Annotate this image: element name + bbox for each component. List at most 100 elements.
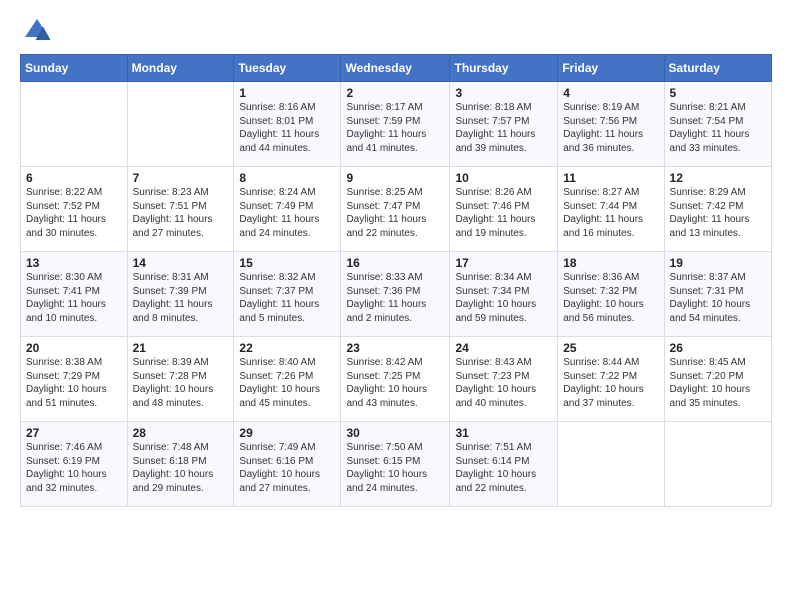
calendar-cell: 29Sunrise: 7:49 AM Sunset: 6:16 PM Dayli… <box>234 422 341 507</box>
day-number: 28 <box>133 426 229 440</box>
cell-content: Sunrise: 8:34 AM Sunset: 7:34 PM Dayligh… <box>455 272 536 324</box>
calendar-cell <box>558 422 664 507</box>
day-number: 1 <box>239 86 335 100</box>
cell-content: Sunrise: 8:37 AM Sunset: 7:31 PM Dayligh… <box>670 272 751 324</box>
day-number: 31 <box>455 426 552 440</box>
calendar-cell: 16 Sunrise: 8:33 AM Sunset: 7:36 PM Dayli… <box>341 252 450 337</box>
cell-content: Sunrise: 8:17 AM Sunset: 7:59 PM Dayligh… <box>346 102 426 154</box>
day-number: 12 <box>670 171 766 185</box>
day-number: 26 <box>670 341 766 355</box>
cell-content: Sunrise: 8:19 AM Sunset: 7:56 PM Dayligh… <box>563 102 643 154</box>
weekday-header-row: SundayMondayTuesdayWednesdayThursdayFrid… <box>21 55 772 82</box>
calendar-cell: 17 Sunrise: 8:34 AM Sunset: 7:34 PM Dayli… <box>450 252 558 337</box>
cell-content: Sunrise: 8:16 AM Sunset: 8:01 PM Dayligh… <box>239 102 319 154</box>
calendar-cell: 20Sunrise: 8:38 AM Sunset: 7:29 PM Dayli… <box>21 337 128 422</box>
calendar-cell: 24 Sunrise: 8:43 AM Sunset: 7:23 PM Dayli… <box>450 337 558 422</box>
day-number: 30 <box>346 426 444 440</box>
cell-content: Sunrise: 8:29 AM Sunset: 7:42 PM Dayligh… <box>670 187 750 239</box>
calendar-week-5: 27Sunrise: 7:46 AM Sunset: 6:19 PM Dayli… <box>21 422 772 507</box>
weekday-thursday: Thursday <box>450 55 558 82</box>
day-number: 8 <box>239 171 335 185</box>
weekday-wednesday: Wednesday <box>341 55 450 82</box>
day-number: 10 <box>455 171 552 185</box>
cell-content: Sunrise: 8:36 AM Sunset: 7:32 PM Dayligh… <box>563 272 644 324</box>
calendar-week-1: 1 Sunrise: 8:16 AM Sunset: 8:01 PM Daylig… <box>21 82 772 167</box>
calendar-cell <box>664 422 771 507</box>
calendar-cell: 25 Sunrise: 8:44 AM Sunset: 7:22 PM Dayli… <box>558 337 664 422</box>
page: SundayMondayTuesdayWednesdayThursdayFrid… <box>0 0 792 612</box>
cell-content: Sunrise: 8:31 AM Sunset: 7:39 PM Dayligh… <box>133 272 213 324</box>
cell-content: Sunrise: 8:45 AM Sunset: 7:20 PM Dayligh… <box>670 357 751 409</box>
weekday-sunday: Sunday <box>21 55 128 82</box>
weekday-monday: Monday <box>127 55 234 82</box>
calendar-cell: 5Sunrise: 8:21 AM Sunset: 7:54 PM Daylig… <box>664 82 771 167</box>
calendar-week-4: 20Sunrise: 8:38 AM Sunset: 7:29 PM Dayli… <box>21 337 772 422</box>
cell-content: Sunrise: 7:46 AM Sunset: 6:19 PM Dayligh… <box>26 442 107 494</box>
day-number: 16 <box>346 256 444 270</box>
calendar-cell: 9 Sunrise: 8:25 AM Sunset: 7:47 PM Daylig… <box>341 167 450 252</box>
day-number: 25 <box>563 341 658 355</box>
cell-content: Sunrise: 8:23 AM Sunset: 7:51 PM Dayligh… <box>133 187 213 239</box>
weekday-tuesday: Tuesday <box>234 55 341 82</box>
cell-content: Sunrise: 7:51 AM Sunset: 6:14 PM Dayligh… <box>455 442 536 494</box>
calendar-cell: 13 Sunrise: 8:30 AM Sunset: 7:41 PM Dayli… <box>21 252 128 337</box>
cell-content: Sunrise: 8:42 AM Sunset: 7:25 PM Dayligh… <box>346 357 427 409</box>
calendar-cell: 14 Sunrise: 8:31 AM Sunset: 7:39 PM Dayli… <box>127 252 234 337</box>
calendar-cell <box>21 82 128 167</box>
logo-icon <box>22 16 52 46</box>
calendar-cell: 3 Sunrise: 8:18 AM Sunset: 7:57 PM Daylig… <box>450 82 558 167</box>
cell-content: Sunrise: 8:43 AM Sunset: 7:23 PM Dayligh… <box>455 357 536 409</box>
calendar-cell: 2 Sunrise: 8:17 AM Sunset: 7:59 PM Daylig… <box>341 82 450 167</box>
day-number: 15 <box>239 256 335 270</box>
calendar-cell: 11 Sunrise: 8:27 AM Sunset: 7:44 PM Dayli… <box>558 167 664 252</box>
logo <box>20 16 54 46</box>
calendar-cell: 21Sunrise: 8:39 AM Sunset: 7:28 PM Dayli… <box>127 337 234 422</box>
calendar-cell <box>127 82 234 167</box>
cell-content: Sunrise: 8:27 AM Sunset: 7:44 PM Dayligh… <box>563 187 643 239</box>
day-number: 22 <box>239 341 335 355</box>
cell-content: Sunrise: 8:26 AM Sunset: 7:46 PM Dayligh… <box>455 187 535 239</box>
day-number: 7 <box>133 171 229 185</box>
day-number: 14 <box>133 256 229 270</box>
calendar-cell: 26 Sunrise: 8:45 AM Sunset: 7:20 PM Dayli… <box>664 337 771 422</box>
calendar-cell: 4 Sunrise: 8:19 AM Sunset: 7:56 PM Daylig… <box>558 82 664 167</box>
cell-content: Sunrise: 8:21 AM Sunset: 7:54 PM Dayligh… <box>670 102 750 154</box>
cell-content: Sunrise: 8:22 AM Sunset: 7:52 PM Dayligh… <box>26 187 106 239</box>
cell-content: Sunrise: 8:40 AM Sunset: 7:26 PM Dayligh… <box>239 357 320 409</box>
cell-content: Sunrise: 8:25 AM Sunset: 7:47 PM Dayligh… <box>346 187 426 239</box>
calendar-cell: 15 Sunrise: 8:32 AM Sunset: 7:37 PM Dayli… <box>234 252 341 337</box>
day-number: 24 <box>455 341 552 355</box>
calendar-cell: 19Sunrise: 8:37 AM Sunset: 7:31 PM Dayli… <box>664 252 771 337</box>
weekday-saturday: Saturday <box>664 55 771 82</box>
day-number: 11 <box>563 171 658 185</box>
cell-content: Sunrise: 7:50 AM Sunset: 6:15 PM Dayligh… <box>346 442 427 494</box>
calendar-cell: 8 Sunrise: 8:24 AM Sunset: 7:49 PM Daylig… <box>234 167 341 252</box>
calendar-cell: 28 Sunrise: 7:48 AM Sunset: 6:18 PM Dayli… <box>127 422 234 507</box>
calendar-cell: 23Sunrise: 8:42 AM Sunset: 7:25 PM Dayli… <box>341 337 450 422</box>
cell-content: Sunrise: 8:32 AM Sunset: 7:37 PM Dayligh… <box>239 272 319 324</box>
day-number: 6 <box>26 171 122 185</box>
calendar-cell: 30 Sunrise: 7:50 AM Sunset: 6:15 PM Dayli… <box>341 422 450 507</box>
cell-content: Sunrise: 8:18 AM Sunset: 7:57 PM Dayligh… <box>455 102 535 154</box>
calendar-cell: 31 Sunrise: 7:51 AM Sunset: 6:14 PM Dayli… <box>450 422 558 507</box>
calendar-cell: 6 Sunrise: 8:22 AM Sunset: 7:52 PM Daylig… <box>21 167 128 252</box>
calendar-week-3: 13 Sunrise: 8:30 AM Sunset: 7:41 PM Dayli… <box>21 252 772 337</box>
day-number: 2 <box>346 86 444 100</box>
calendar-cell: 1 Sunrise: 8:16 AM Sunset: 8:01 PM Daylig… <box>234 82 341 167</box>
cell-content: Sunrise: 8:44 AM Sunset: 7:22 PM Dayligh… <box>563 357 644 409</box>
cell-content: Sunrise: 8:33 AM Sunset: 7:36 PM Dayligh… <box>346 272 426 324</box>
weekday-friday: Friday <box>558 55 664 82</box>
calendar-cell: 22 Sunrise: 8:40 AM Sunset: 7:26 PM Dayli… <box>234 337 341 422</box>
day-number: 9 <box>346 171 444 185</box>
calendar-table: SundayMondayTuesdayWednesdayThursdayFrid… <box>20 54 772 507</box>
calendar-week-2: 6 Sunrise: 8:22 AM Sunset: 7:52 PM Daylig… <box>21 167 772 252</box>
cell-content: Sunrise: 7:48 AM Sunset: 6:18 PM Dayligh… <box>133 442 214 494</box>
cell-content: Sunrise: 8:30 AM Sunset: 7:41 PM Dayligh… <box>26 272 106 324</box>
day-number: 17 <box>455 256 552 270</box>
calendar-cell: 18Sunrise: 8:36 AM Sunset: 7:32 PM Dayli… <box>558 252 664 337</box>
cell-content: Sunrise: 8:24 AM Sunset: 7:49 PM Dayligh… <box>239 187 319 239</box>
day-number: 29 <box>239 426 335 440</box>
day-number: 4 <box>563 86 658 100</box>
day-number: 13 <box>26 256 122 270</box>
day-number: 3 <box>455 86 552 100</box>
